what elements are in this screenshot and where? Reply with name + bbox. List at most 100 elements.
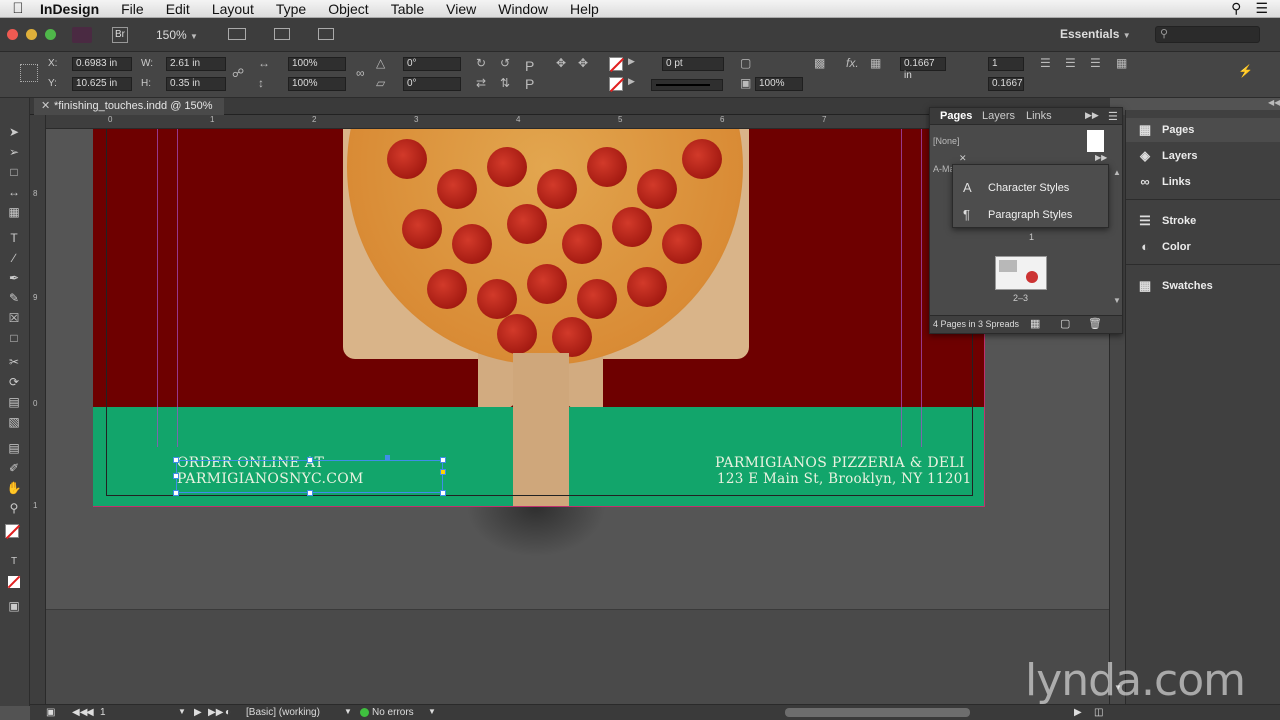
- window-close-button[interactable]: [7, 29, 18, 40]
- w-field[interactable]: 2.61 in: [166, 57, 226, 71]
- collapse-panel-icon[interactable]: ▶▶: [1095, 153, 1107, 162]
- auto-fit-icon[interactable]: ▦: [1116, 56, 1127, 70]
- scroll-right-icon[interactable]: ▶: [1074, 707, 1082, 718]
- menu-view[interactable]: View: [435, 0, 487, 18]
- lightning-icon[interactable]: ⚡: [1238, 64, 1253, 78]
- frame-handle[interactable]: [173, 473, 179, 479]
- notification-list-icon[interactable]: ☰: [1255, 0, 1268, 17]
- gradient-swatch-tool-icon[interactable]: ▤: [5, 394, 23, 410]
- stroke-weight-field[interactable]: 0 pt: [662, 57, 724, 71]
- eyedropper-tool-icon[interactable]: ✐: [5, 460, 23, 476]
- scroll-down-icon[interactable]: ▼: [1113, 296, 1121, 305]
- screen-mode-tool-icon[interactable]: ▣: [5, 598, 23, 614]
- trash-icon[interactable]: 🗑: [1088, 317, 1102, 330]
- h-field[interactable]: 0.35 in: [166, 77, 226, 91]
- link-icon[interactable]: ∞: [356, 66, 365, 80]
- close-icon[interactable]: ✕: [959, 153, 967, 164]
- zoom-tool-icon[interactable]: ⚲: [5, 500, 23, 516]
- menu-layout[interactable]: Layout: [201, 0, 265, 18]
- dock-item-pages[interactable]: ▦ Pages: [1126, 118, 1280, 142]
- frame-handle[interactable]: [440, 490, 446, 496]
- stroke-type-dropdown[interactable]: [651, 79, 723, 91]
- frame-handle[interactable]: [173, 457, 179, 463]
- pen-tool-icon[interactable]: ✒: [5, 270, 23, 286]
- chevron-down-icon[interactable]: ▼: [428, 707, 436, 716]
- open-page-icon[interactable]: ◐: [225, 707, 231, 718]
- arrange-documents-icon[interactable]: [318, 28, 334, 40]
- content-grabber[interactable]: [385, 455, 390, 460]
- rotate-ccw-icon[interactable]: ↺: [500, 56, 510, 70]
- address-line[interactable]: 123 E Main St, Brooklyn, NY 11201: [717, 471, 972, 487]
- selected-text-frame[interactable]: [176, 460, 443, 493]
- close-icon[interactable]: ✕: [41, 98, 50, 114]
- line-tool-icon[interactable]: ∕: [5, 250, 23, 266]
- hand-tool-icon[interactable]: ✋: [5, 480, 23, 496]
- menu-window[interactable]: Window: [487, 0, 559, 18]
- menu-file[interactable]: File: [110, 0, 155, 18]
- menu-table[interactable]: Table: [380, 0, 435, 18]
- scissors-tool-icon[interactable]: ✂: [5, 354, 23, 370]
- opacity-field[interactable]: 100%: [755, 77, 803, 91]
- tab-links[interactable]: Links: [1026, 110, 1052, 122]
- tab-pages[interactable]: Pages: [940, 110, 972, 122]
- frame-handle[interactable]: [440, 457, 446, 463]
- columns-field[interactable]: 1: [988, 57, 1024, 71]
- none-master-thumbnail[interactable]: [1087, 130, 1104, 152]
- gap-tool-icon[interactable]: ↔: [5, 184, 23, 200]
- chevron-down-icon[interactable]: ▼: [178, 707, 186, 716]
- inset-offset-field[interactable]: 0.1667 in: [900, 57, 946, 81]
- formatting-affects-text-icon[interactable]: T: [5, 554, 23, 570]
- note-tool-icon[interactable]: ▤: [5, 440, 23, 456]
- rectangle-tool-icon[interactable]: □: [5, 330, 23, 346]
- spotlight-search-icon[interactable]: ⚲: [1231, 0, 1241, 17]
- collapse-dock-icon[interactable]: ◀◀: [1268, 98, 1280, 107]
- stroke-swatch-none[interactable]: [609, 77, 625, 93]
- select-previous-icon[interactable]: ✥: [556, 56, 566, 70]
- dock-item-links[interactable]: ∞ Links: [1126, 170, 1280, 194]
- drop-shadow-icon[interactable]: ▩: [814, 56, 825, 70]
- align-right-icon[interactable]: ☰: [1090, 56, 1101, 70]
- direct-selection-tool-icon[interactable]: ➢: [5, 144, 23, 160]
- chevron-down-icon[interactable]: ▼: [344, 707, 352, 716]
- constrain-proportions-icon[interactable]: ☍: [232, 66, 244, 80]
- align-center-icon[interactable]: ☰: [1065, 56, 1076, 70]
- text-frame-icon[interactable]: P: [525, 76, 534, 92]
- next-page-icon[interactable]: ▶: [194, 707, 202, 718]
- frame-handle[interactable]: [307, 457, 313, 463]
- spread-thumbnail[interactable]: [995, 256, 1047, 290]
- split-window-icon[interactable]: ◫: [1094, 707, 1103, 718]
- apply-none-icon[interactable]: [5, 574, 23, 590]
- document-tab[interactable]: ✕ *finishing_touches.indd @ 150%: [34, 98, 224, 115]
- tab-layers[interactable]: Layers: [982, 110, 1015, 122]
- panel-menu-icon[interactable]: ☰: [1108, 110, 1118, 123]
- align-left-icon[interactable]: ☰: [1040, 56, 1051, 70]
- scroll-up-icon[interactable]: ▲: [1113, 168, 1121, 177]
- selection-tool-icon[interactable]: ➤: [5, 124, 23, 140]
- page-tool-icon[interactable]: □: [5, 164, 23, 180]
- flip-vertical-icon[interactable]: ⇅: [500, 76, 510, 90]
- dock-item-stroke[interactable]: ☰ Stroke: [1126, 209, 1280, 233]
- vertical-ruler[interactable]: 8 9 0 1: [30, 115, 46, 706]
- fx-icon[interactable]: fx.: [846, 56, 859, 70]
- previous-page-icon[interactable]: ◀: [86, 707, 94, 718]
- rotate-field[interactable]: 0°: [403, 57, 461, 71]
- workspace-switcher[interactable]: Essentials ▼: [1060, 27, 1131, 41]
- pizzeria-name-line[interactable]: PARMIGIANOS PIZZERIA & DELI: [715, 455, 965, 471]
- character-styles-item[interactable]: A Character Styles: [953, 175, 1108, 201]
- menu-app-name[interactable]: InDesign: [36, 0, 110, 18]
- frame-handle-yellow[interactable]: [440, 469, 446, 475]
- window-zoom-button[interactable]: [45, 29, 56, 40]
- apple-menu-icon[interactable]: : [0, 0, 36, 17]
- scale-y-field[interactable]: 100%: [288, 77, 346, 91]
- fill-swatch-none[interactable]: [609, 57, 625, 73]
- y-field[interactable]: 10.625 in: [72, 77, 132, 91]
- free-transform-tool-icon[interactable]: ⟳: [5, 374, 23, 390]
- fill-stroke-swatch-icon[interactable]: [5, 524, 23, 540]
- content-collector-icon[interactable]: ▦: [5, 204, 23, 220]
- horizontal-scroll-thumb[interactable]: [785, 708, 970, 717]
- help-search-input[interactable]: ⚲: [1155, 26, 1260, 43]
- menu-help[interactable]: Help: [559, 0, 610, 18]
- menu-object[interactable]: Object: [317, 0, 379, 18]
- dock-item-layers[interactable]: ◈ Layers: [1126, 144, 1280, 168]
- page-size-icon[interactable]: ▦: [1030, 317, 1040, 330]
